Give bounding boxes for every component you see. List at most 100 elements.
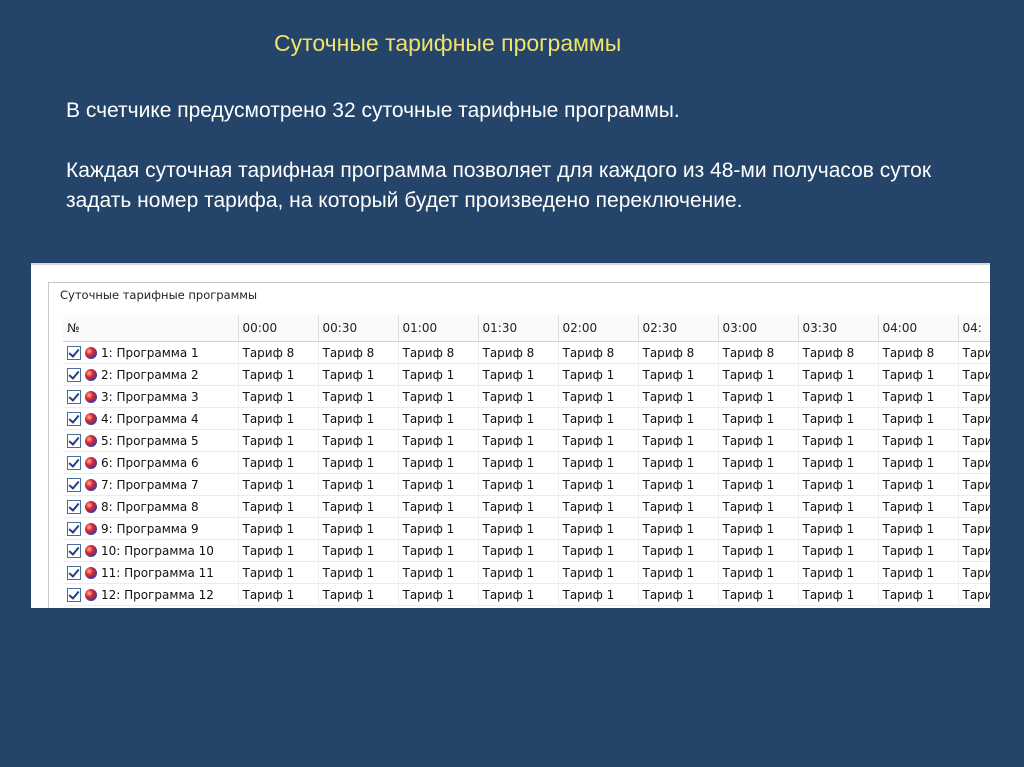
tariff-cell[interactable]: Тариф <box>958 473 990 496</box>
tariff-cell[interactable]: Тариф <box>958 539 990 562</box>
tariff-cell[interactable]: Тариф 1 <box>638 583 719 606</box>
tariff-cell[interactable]: Тариф 1 <box>878 429 959 452</box>
tariff-cell[interactable]: Тариф 1 <box>798 517 879 540</box>
tariff-cell[interactable]: Тариф <box>958 363 990 386</box>
tariff-cell[interactable]: Тариф 1 <box>718 451 799 474</box>
tariff-cell[interactable]: Тариф 1 <box>238 495 319 518</box>
tariff-cell[interactable]: Тариф 1 <box>478 539 559 562</box>
tariff-cell[interactable]: Тариф 8 <box>638 341 719 364</box>
tariff-cell[interactable]: Тариф 1 <box>398 385 479 408</box>
tariff-cell[interactable]: Тариф <box>958 583 990 606</box>
tariff-cell[interactable]: Тариф 1 <box>398 429 479 452</box>
tariff-cell[interactable]: Тариф 1 <box>478 561 559 584</box>
tariff-cell[interactable]: Тариф 1 <box>798 539 879 562</box>
tariff-cell[interactable]: Тариф 1 <box>798 407 879 430</box>
tariff-cell[interactable]: Тариф 1 <box>238 451 319 474</box>
tariff-cell[interactable]: Тариф 8 <box>478 341 559 364</box>
column-header-time[interactable]: 03:30 <box>798 315 879 342</box>
program-row[interactable]: 9: Программа 9 Тариф 1 Тариф 1 Тариф 1 Тариф… <box>63 517 990 540</box>
tariff-cell[interactable]: Тариф 1 <box>238 407 319 430</box>
tariff-cell[interactable]: Тариф 1 <box>238 385 319 408</box>
tariff-cell[interactable]: Тариф 1 <box>318 407 399 430</box>
tariff-cell[interactable]: Тариф 1 <box>798 429 879 452</box>
tariff-cell[interactable]: Тариф 1 <box>558 385 639 408</box>
checkbox-checked-icon[interactable] <box>67 565 81 580</box>
tariff-cell[interactable]: Тариф 1 <box>878 473 959 496</box>
tariff-cell[interactable]: Тариф 1 <box>478 495 559 518</box>
tariff-cell[interactable]: Тариф 1 <box>718 407 799 430</box>
program-row[interactable]: 6: Программа 6 Тариф 1 Тариф 1 Тариф 1 Тариф… <box>63 451 990 474</box>
tariff-cell[interactable]: Тариф 1 <box>558 473 639 496</box>
tariff-cell[interactable]: Тариф <box>958 451 990 474</box>
program-row[interactable]: 11: Программа 11 Тариф 1 Тариф 1 Тариф 1 Тар… <box>63 561 990 584</box>
tariff-cell[interactable]: Тариф <box>958 561 990 584</box>
tariff-cell[interactable]: Тариф 1 <box>398 363 479 386</box>
tariff-cell[interactable]: Тариф 1 <box>558 407 639 430</box>
tariff-cell[interactable]: Тариф 1 <box>318 451 399 474</box>
tariff-cell[interactable]: Тариф 1 <box>558 583 639 606</box>
tariff-cell[interactable]: Тариф 1 <box>798 473 879 496</box>
checkbox-checked-icon[interactable] <box>67 345 81 360</box>
checkbox-checked-icon[interactable] <box>67 455 81 470</box>
program-row[interactable]: 4: Программа 4 Тариф 1 Тариф 1 Тариф 1 Тариф… <box>63 407 990 430</box>
checkbox-checked-icon[interactable] <box>67 477 81 492</box>
tariff-cell[interactable]: Тариф 1 <box>318 473 399 496</box>
tariff-cell[interactable]: Тариф 1 <box>478 429 559 452</box>
tariff-cell[interactable]: Тариф 1 <box>398 517 479 540</box>
tariff-cell[interactable]: Тариф 1 <box>478 385 559 408</box>
tariff-cell[interactable]: Тариф 8 <box>238 341 319 364</box>
tariff-cell[interactable]: Тариф 1 <box>558 539 639 562</box>
tariff-cell[interactable]: Тариф 1 <box>638 517 719 540</box>
tariff-cell[interactable]: Тариф 1 <box>398 451 479 474</box>
tariff-cell[interactable]: Тариф 1 <box>318 429 399 452</box>
tariff-cell[interactable]: Тариф 8 <box>798 341 879 364</box>
tariff-cell[interactable]: Тариф <box>958 495 990 518</box>
tariff-cell[interactable]: Тариф 8 <box>718 341 799 364</box>
tariff-cell[interactable]: Тариф 8 <box>318 341 399 364</box>
tariff-cell[interactable]: Тариф 1 <box>878 561 959 584</box>
tariff-cell[interactable]: Тариф 1 <box>878 385 959 408</box>
tariff-cell[interactable]: Тариф 1 <box>878 451 959 474</box>
tariff-cell[interactable]: Тариф 1 <box>238 561 319 584</box>
tariff-cell[interactable]: Тариф 1 <box>318 539 399 562</box>
tariff-cell[interactable]: Тариф 1 <box>638 451 719 474</box>
column-header-time[interactable]: 00:00 <box>238 315 319 342</box>
tariff-cell[interactable]: Тариф 1 <box>718 473 799 496</box>
tariff-cell[interactable]: Тариф 1 <box>798 495 879 518</box>
tariff-cell[interactable]: Тариф 1 <box>478 473 559 496</box>
column-header-time[interactable]: 03:00 <box>718 315 799 342</box>
tariff-cell[interactable]: Тариф 1 <box>718 363 799 386</box>
tariff-cell[interactable]: Тариф 1 <box>878 539 959 562</box>
tariff-cell[interactable]: Тариф 1 <box>798 363 879 386</box>
tariff-cell[interactable]: Тариф 1 <box>398 561 479 584</box>
column-header-number[interactable]: № <box>63 315 239 342</box>
column-header-time[interactable]: 01:30 <box>478 315 559 342</box>
tariff-cell[interactable]: Тариф 1 <box>558 429 639 452</box>
column-header-time[interactable]: 02:30 <box>638 315 719 342</box>
tariff-cell[interactable]: Тариф 1 <box>638 363 719 386</box>
checkbox-checked-icon[interactable] <box>67 433 81 448</box>
tariff-cell[interactable]: Тариф 1 <box>238 363 319 386</box>
tariff-cell[interactable]: Тариф 1 <box>318 517 399 540</box>
tariff-cell[interactable]: Тариф <box>958 429 990 452</box>
program-row[interactable]: 2: Программа 2 Тариф 1 Тариф 1 Тариф 1 Тариф… <box>63 363 990 386</box>
tariff-cell[interactable]: Тариф 1 <box>478 451 559 474</box>
tariff-cell[interactable]: Тариф 1 <box>238 473 319 496</box>
program-row[interactable]: 3: Программа 3 Тариф 1 Тариф 1 Тариф 1 Тариф… <box>63 385 990 408</box>
tariff-cell[interactable]: Тариф 1 <box>638 495 719 518</box>
tariff-cell[interactable]: Тариф 1 <box>238 539 319 562</box>
tariff-cell[interactable]: Тариф 1 <box>398 583 479 606</box>
checkbox-checked-icon[interactable] <box>67 587 81 602</box>
tariff-cell[interactable]: Тариф 1 <box>718 561 799 584</box>
tariff-cell[interactable]: Тариф 1 <box>238 583 319 606</box>
tariff-cell[interactable]: Тариф 1 <box>398 473 479 496</box>
tariff-cell[interactable]: Тариф 1 <box>798 385 879 408</box>
column-header-time[interactable]: 02:00 <box>558 315 639 342</box>
tariff-cell[interactable]: Тариф 1 <box>798 561 879 584</box>
tariff-cell[interactable]: Тариф 1 <box>718 539 799 562</box>
tariff-cell[interactable]: Тариф 1 <box>718 517 799 540</box>
checkbox-checked-icon[interactable] <box>67 499 81 514</box>
tariff-cell[interactable]: Тариф 1 <box>318 495 399 518</box>
program-row[interactable]: 12: Программа 12 Тариф 1 Тариф 1 Тариф 1 Тар… <box>63 583 990 606</box>
column-header-time[interactable]: 04:00 <box>878 315 959 342</box>
